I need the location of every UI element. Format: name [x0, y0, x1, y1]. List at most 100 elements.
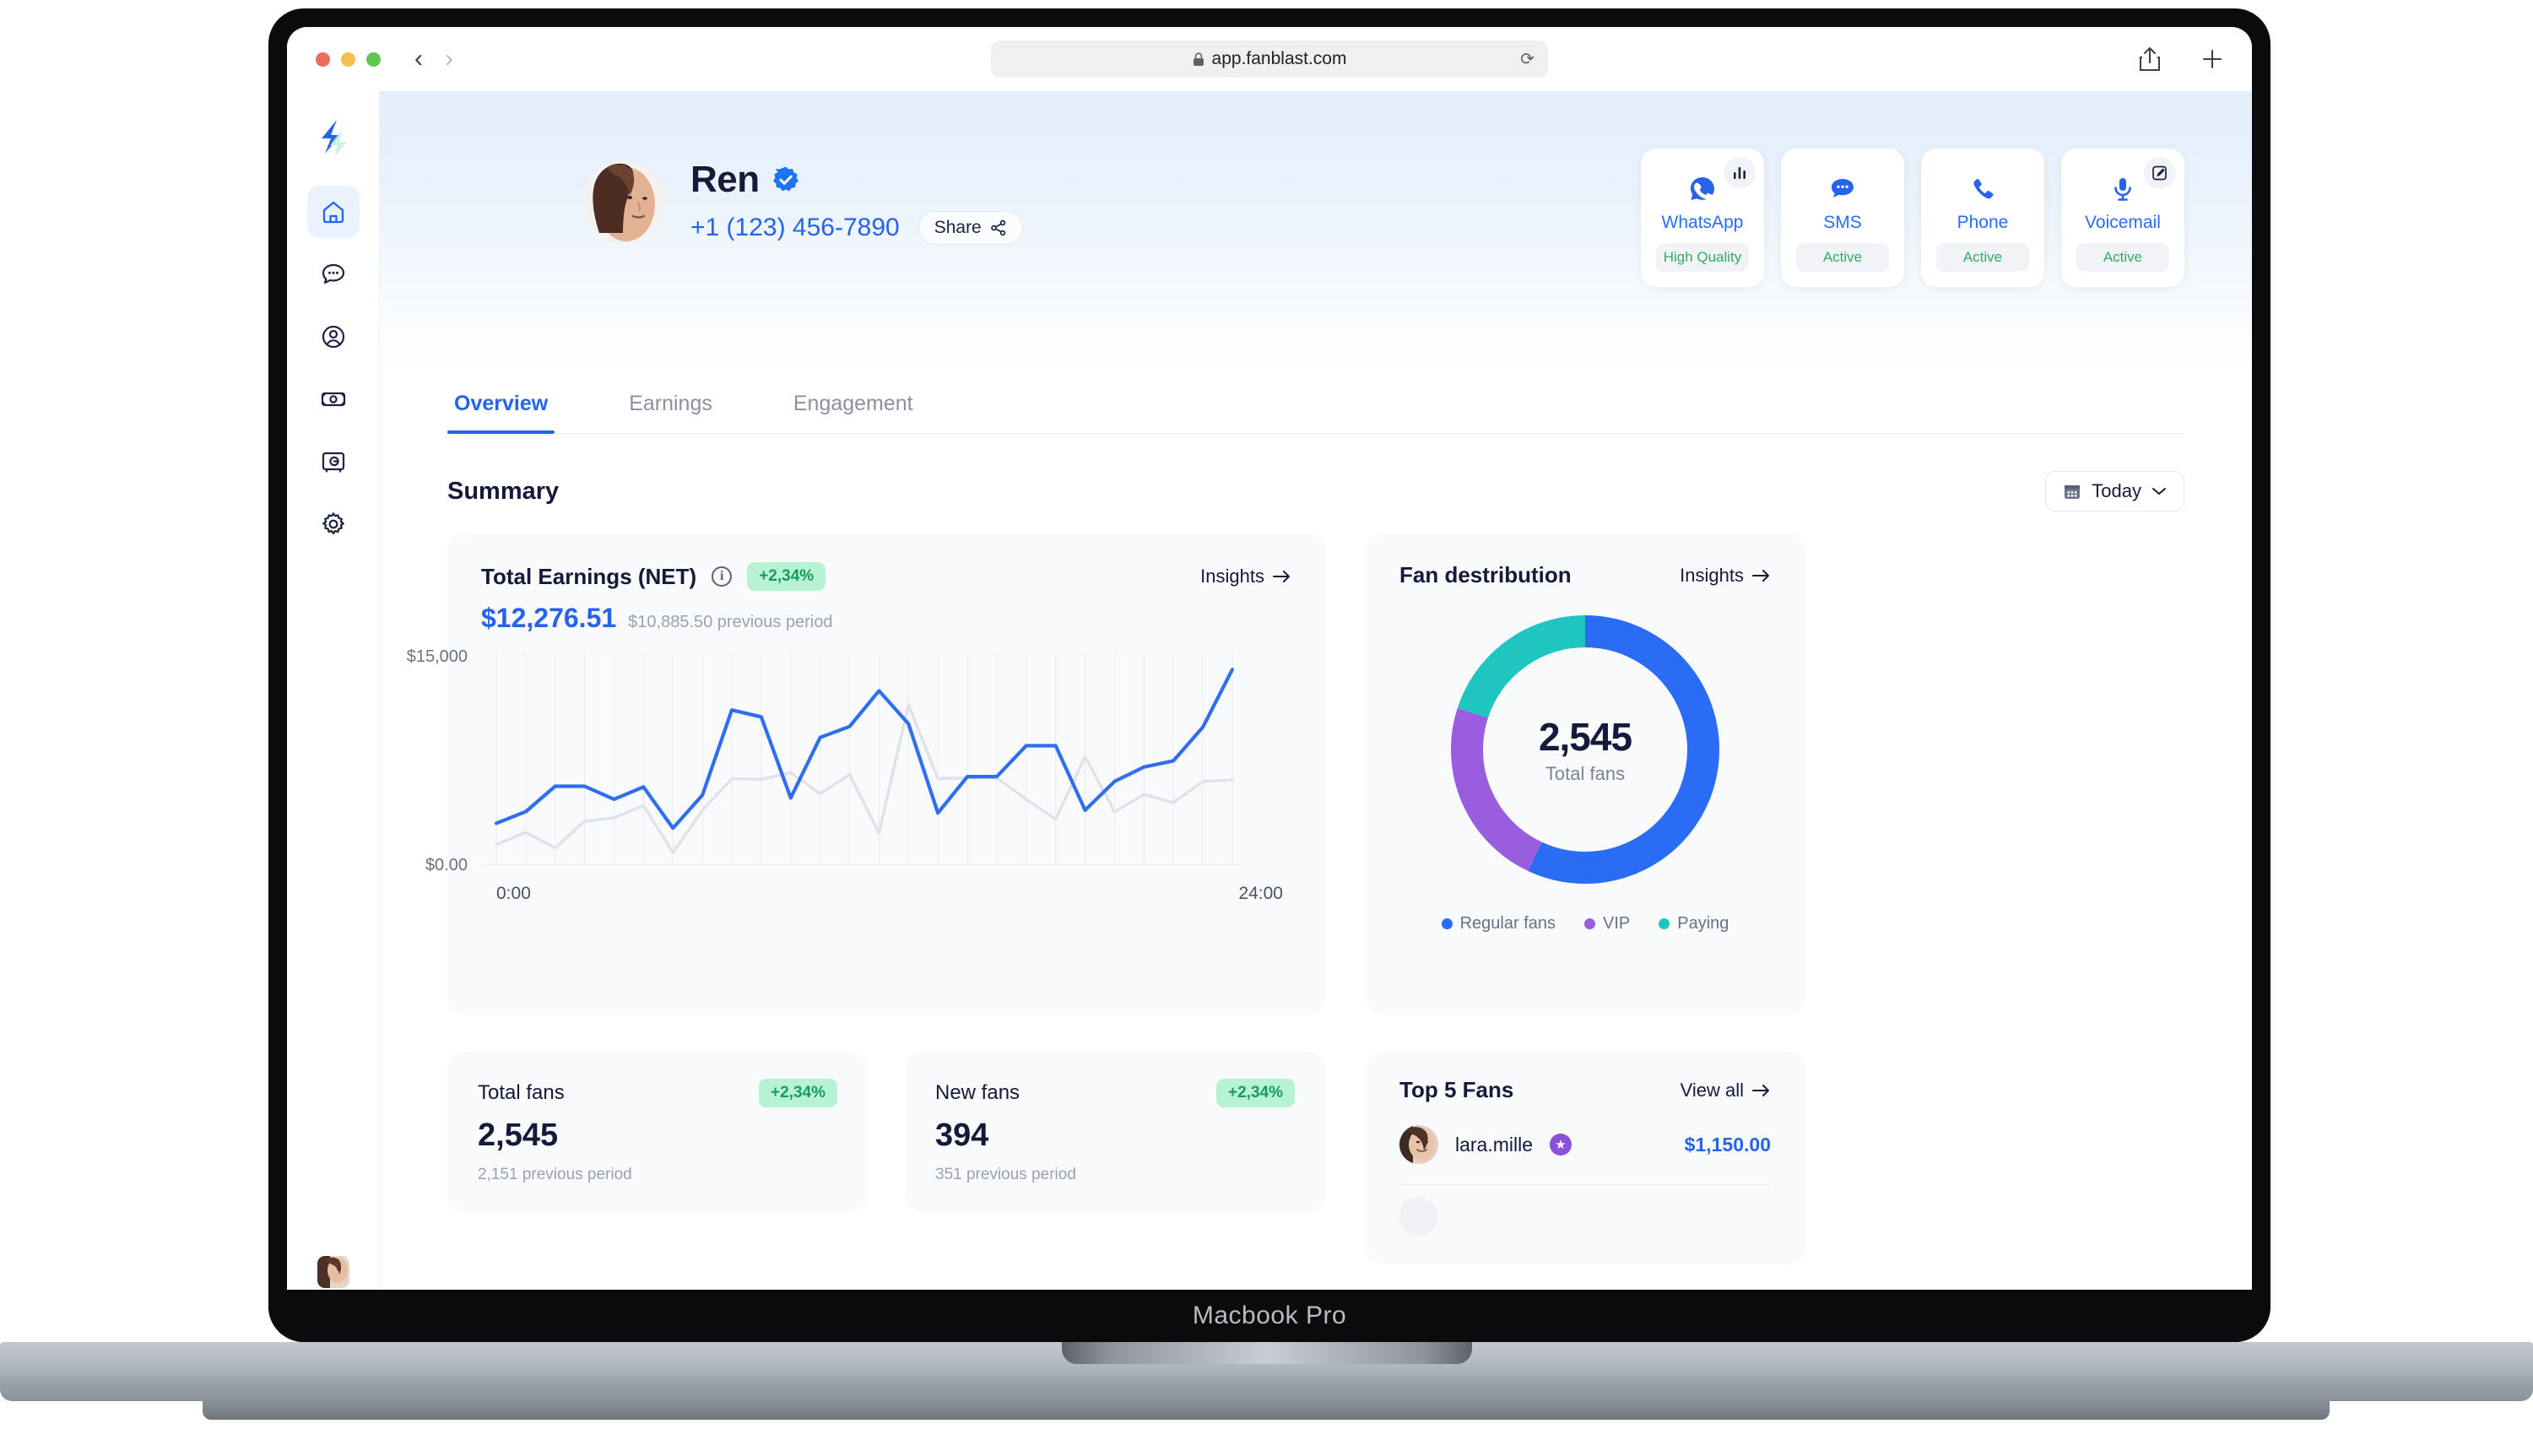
channel-label: Phone: [1957, 213, 2009, 232]
stat-label: Total fans: [478, 1081, 565, 1104]
fan-distribution-header: Fan destribution Insights: [1399, 562, 1771, 588]
stat-card: New fans +2,34% 394 351 previous period: [905, 1052, 1325, 1212]
minimize-window-button[interactable]: [341, 51, 355, 67]
share-icon[interactable]: [2139, 46, 2161, 72]
tab-engagement[interactable]: Engagement: [787, 382, 920, 433]
view-all-label: View all: [1680, 1079, 1744, 1101]
channel-card-sms[interactable]: SMS Active: [1781, 149, 1904, 287]
tab-earnings[interactable]: Earnings: [622, 382, 719, 433]
tab-overview[interactable]: Overview: [447, 382, 555, 434]
earnings-amount-row: $12,276.51 $10,885.50 previous period: [481, 603, 1291, 634]
legend-color-dot: [1584, 918, 1595, 929]
profile-name-row: Ren: [690, 159, 1023, 201]
legend-item: Regular fans: [1441, 914, 1556, 934]
legend-color-dot: [1659, 918, 1670, 929]
summary-header: Summary Today: [447, 471, 2184, 511]
dashboard-grid: Total Earnings (NET) i +2,34% Insights $…: [407, 533, 2184, 1264]
list-item[interactable]: lara.mille ★ $1,150.00: [1399, 1103, 1771, 1185]
period-picker[interactable]: Today: [2045, 471, 2184, 511]
fan-distribution-card: Fan destribution Insights 2,545 Total fa…: [1366, 533, 1805, 1015]
stat-card: Total fans +2,34% 2,545 2,151 previous peri…: [447, 1052, 868, 1212]
legend-item: VIP: [1584, 914, 1630, 934]
profile-block: Ren +1 (123) 456-7890 Share: [582, 159, 1023, 245]
banknote-icon: [321, 392, 345, 407]
view-all-link[interactable]: View all: [1681, 1080, 1771, 1101]
y-axis-tick-top: $15,000: [406, 647, 468, 666]
stat-change-badge: +2,34%: [1216, 1079, 1295, 1107]
maximize-window-button[interactable]: [366, 51, 381, 67]
profile-details: Ren +1 (123) 456-7890 Share: [690, 159, 1023, 245]
x-axis-tick-start: 0:00: [496, 884, 531, 903]
avatar-image: [1399, 1197, 1438, 1236]
stat-label: New fans: [935, 1081, 1020, 1104]
reload-icon[interactable]: ⟳: [1520, 49, 1534, 70]
laptop-screen: ‹ › app.fanblast.com ⟳ Ren +1 (123) 456-…: [287, 27, 2252, 1323]
sidebar-item-settings[interactable]: [307, 498, 360, 550]
sidebar: [287, 91, 380, 1323]
profile-avatar[interactable]: [582, 160, 665, 243]
stat-previous: 351 previous period: [935, 1166, 1076, 1183]
top-fans-list: lara.mille ★ $1,150.00: [1399, 1103, 1771, 1185]
sidebar-item-home[interactable]: [306, 186, 360, 238]
profile-sub-row: +1 (123) 456-7890 Share: [690, 211, 1023, 245]
navigation-buttons[interactable]: ‹ ›: [414, 46, 453, 72]
close-window-button[interactable]: [316, 51, 330, 67]
main-content: Ren +1 (123) 456-7890 Share WhatsApp Hig…: [380, 91, 2252, 1323]
bar-chart-icon[interactable]: [1724, 157, 1756, 189]
fan-distribution-title: Fan destribution: [1399, 562, 1572, 587]
fan-avatar: [1399, 1197, 1438, 1236]
fan-distribution-insights-link[interactable]: Insights: [1680, 565, 1771, 587]
calendar-icon: [2065, 485, 2081, 499]
list-item[interactable]: [1399, 1185, 1771, 1256]
profile-hero: Ren +1 (123) 456-7890 Share WhatsApp Hig…: [380, 91, 2252, 370]
sidebar-item-messages[interactable]: [307, 248, 360, 300]
content-area: Overview Earnings Engagement Summary Tod…: [380, 382, 2252, 1264]
fanblast-logo[interactable]: [311, 116, 355, 160]
sidebar-item-vault[interactable]: [307, 436, 360, 488]
channel-card-whatsapp[interactable]: WhatsApp High Quality: [1641, 149, 1764, 287]
earnings-chart: $15,000 $0.00: [407, 647, 1291, 874]
donut-segment: [1451, 707, 1542, 871]
sidebar-item-earnings[interactable]: [307, 373, 360, 425]
donut-legend: Regular fans VIP Paying: [1399, 914, 1771, 934]
stat-previous: 2,151 previous period: [478, 1166, 632, 1183]
fan-avatar: [1399, 1125, 1438, 1164]
avatar-image: [317, 1256, 349, 1288]
status-badge: Active: [2076, 243, 2169, 272]
insights-label: Insights: [1680, 564, 1744, 586]
stat-value: 394: [935, 1118, 989, 1153]
share-button[interactable]: Share: [917, 211, 1023, 245]
laptop-foot: [203, 1401, 2330, 1420]
earnings-insights-link[interactable]: Insights: [1200, 566, 1291, 587]
whatsapp-icon: [1688, 170, 1717, 208]
browser-window: ‹ › app.fanblast.com ⟳ Ren +1 (123) 456-…: [287, 27, 2252, 1323]
toolbar-actions[interactable]: [2139, 46, 2223, 72]
window-controls[interactable]: [316, 51, 381, 67]
top-fans-card: Top 5 Fans View all lara.mille ★ $1,150.…: [1366, 1052, 1805, 1264]
sidebar-item-fans[interactable]: [307, 311, 360, 363]
profile-phone[interactable]: +1 (123) 456-7890: [690, 214, 900, 242]
device-label: Macbook Pro: [1192, 1302, 1347, 1329]
browser-toolbar: ‹ › app.fanblast.com ⟳: [287, 27, 2252, 91]
info-icon[interactable]: i: [712, 566, 733, 587]
donut-chart-wrap: 2,545 Total fans: [1399, 610, 1771, 889]
stat-cards: Total fans +2,34% 2,545 2,151 previous peri…: [447, 1052, 1325, 1212]
earnings-previous: $10,885.50 previous period: [628, 613, 833, 631]
star-icon: ★: [1550, 1134, 1572, 1156]
earnings-amount: $12,276.51: [481, 603, 617, 633]
forward-icon[interactable]: ›: [445, 46, 453, 72]
edit-pencil-icon[interactable]: [2144, 157, 2176, 189]
laptop-notch: [1062, 1342, 1472, 1364]
total-earnings-card: Total Earnings (NET) i +2,34% Insights $…: [407, 533, 1325, 1015]
user-circle-icon: [322, 325, 344, 349]
channel-cards: WhatsApp High Quality SMS Active Phone Active…: [1641, 149, 2184, 287]
user-avatar[interactable]: [317, 1256, 349, 1288]
home-icon: [322, 201, 344, 224]
address-bar[interactable]: app.fanblast.com ⟳: [991, 41, 1548, 78]
channel-card-phone[interactable]: Phone Active: [1921, 149, 2044, 287]
status-badge: Active: [1796, 243, 1889, 272]
back-icon[interactable]: ‹: [414, 46, 423, 72]
plus-icon[interactable]: [2201, 48, 2223, 70]
legend-label: Regular fans: [1459, 914, 1556, 933]
channel-card-voicemail[interactable]: Voicemail Active: [2061, 149, 2184, 287]
